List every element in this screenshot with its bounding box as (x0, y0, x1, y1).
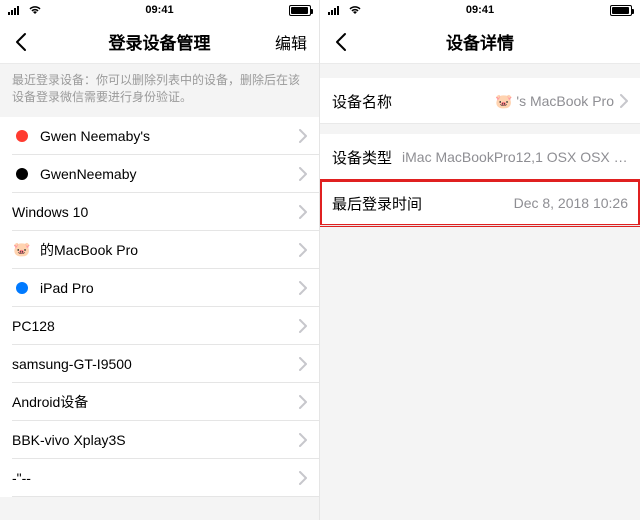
battery-icon (289, 5, 311, 16)
red-dot-icon (12, 130, 32, 142)
device-label: Windows 10 (12, 204, 299, 220)
device-row[interactable]: iPad Pro (0, 269, 319, 307)
device-row[interactable]: GwenNeemaby (0, 155, 319, 193)
device-type-label: 设备类型 (332, 147, 392, 168)
battery-icon (610, 5, 632, 16)
signal-icon (8, 5, 24, 15)
edit-button[interactable]: 编辑 (275, 30, 307, 54)
device-name-row[interactable]: 设备名称 🐷 's MacBook Pro (320, 78, 640, 124)
black-dot-icon (12, 168, 32, 180)
device-label: GwenNeemaby (40, 166, 299, 182)
nav-bar: 设备详情 (320, 20, 640, 64)
device-row[interactable]: 🐷 的MacBook Pro (0, 231, 319, 269)
device-detail-screen: 09:41 设备详情 设备名称 🐷 's MacBook Pro (320, 0, 640, 520)
signal-icon (328, 5, 344, 15)
status-bar: 09:41 (0, 0, 319, 20)
device-list: Gwen Neemaby's GwenNeemaby Windows 10 🐷 的Mac… (0, 117, 319, 497)
device-type-value: iMac MacBookPro12,1 OSX OSX 10.12.6... (392, 149, 628, 165)
device-label: Gwen Neemaby's (40, 128, 299, 144)
nav-bar: 登录设备管理 编辑 (0, 20, 319, 64)
device-label: PC128 (12, 318, 299, 334)
device-label: BBK-vivo Xplay3S (12, 432, 299, 448)
device-type-row: 设备类型 iMac MacBookPro12,1 OSX OSX 10.12.6… (320, 134, 640, 180)
chevron-right-icon (299, 205, 307, 219)
device-label: Android设备 (12, 392, 299, 412)
blue-dot-icon (12, 282, 32, 294)
status-time: 09:41 (145, 4, 173, 16)
chevron-right-icon (299, 433, 307, 447)
device-list-screen: 09:41 登录设备管理 编辑 最近登录设备：你可以删除列表中的设备，删除后在该… (0, 0, 320, 520)
device-row[interactable]: Android设备 (0, 383, 319, 421)
wifi-icon (348, 5, 362, 15)
hint-text: 最近登录设备：你可以删除列表中的设备，删除后在该设备登录微信需要进行身份验证。 (0, 64, 319, 117)
chevron-right-icon (299, 319, 307, 333)
chevron-right-icon (299, 471, 307, 485)
device-row[interactable]: BBK-vivo Xplay3S (0, 421, 319, 459)
device-row[interactable]: -"-- (0, 459, 319, 497)
page-title: 登录设备管理 (109, 29, 211, 54)
last-login-row: 最后登录时间 Dec 8, 2018 10:26 (320, 180, 640, 226)
device-label: -"-- (12, 470, 299, 486)
wifi-icon (28, 5, 42, 15)
device-name-label: 设备名称 (332, 91, 392, 112)
chevron-right-icon (299, 281, 307, 295)
status-bar: 09:41 (320, 0, 640, 20)
back-button[interactable] (6, 27, 36, 57)
device-label: 的MacBook Pro (40, 240, 299, 260)
page-title: 设备详情 (446, 29, 514, 54)
chevron-right-icon (299, 357, 307, 371)
chevron-right-icon (299, 243, 307, 257)
device-row[interactable]: PC128 (0, 307, 319, 345)
device-row[interactable]: Windows 10 (0, 193, 319, 231)
device-label: samsung-GT-I9500 (12, 356, 299, 372)
device-name-value: 🐷 's MacBook Pro (392, 93, 614, 110)
pig-icon: 🐷 (495, 93, 512, 109)
last-login-value: Dec 8, 2018 10:26 (422, 195, 628, 211)
chevron-right-icon (299, 395, 307, 409)
last-login-label: 最后登录时间 (332, 193, 422, 214)
chevron-right-icon (299, 129, 307, 143)
chevron-right-icon (299, 167, 307, 181)
device-label: iPad Pro (40, 280, 299, 296)
chevron-right-icon (620, 94, 628, 108)
back-button[interactable] (326, 27, 356, 57)
device-row[interactable]: samsung-GT-I9500 (0, 345, 319, 383)
pig-icon: 🐷 (12, 241, 32, 258)
status-time: 09:41 (466, 4, 494, 16)
device-row[interactable]: Gwen Neemaby's (0, 117, 319, 155)
